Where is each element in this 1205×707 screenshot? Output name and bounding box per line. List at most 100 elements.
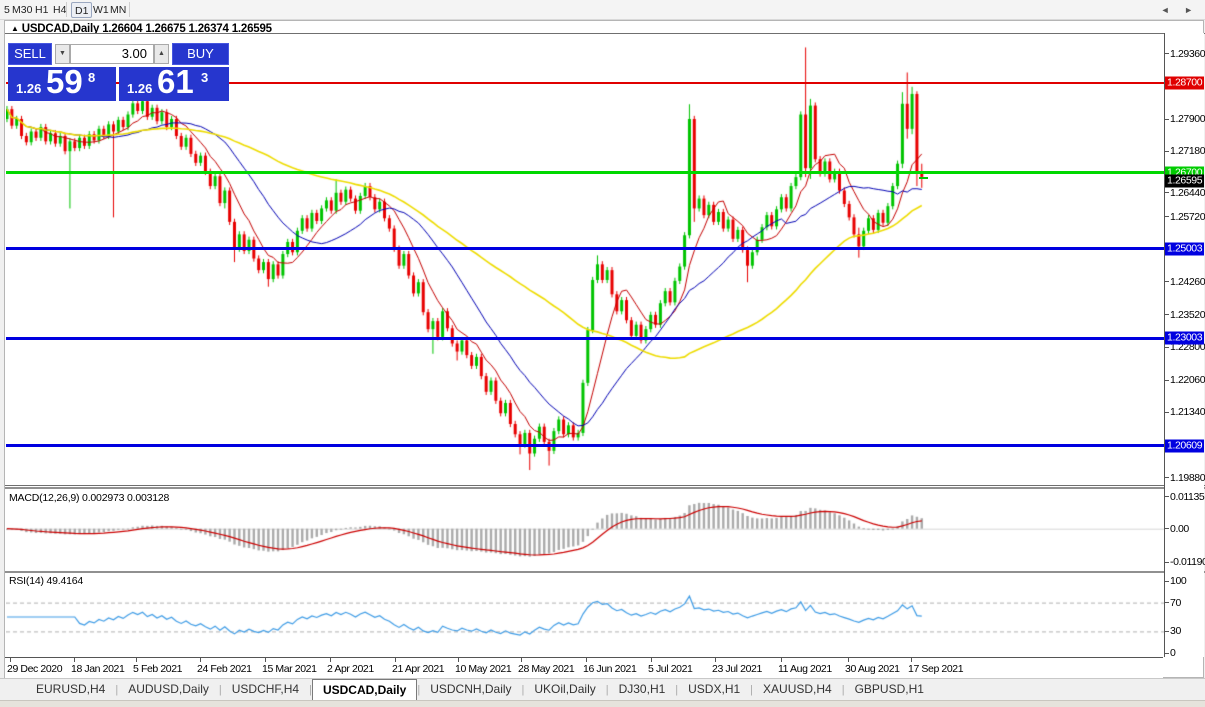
main-panel-top-border (5, 33, 1205, 34)
time-axis-date-label: 10 May 2021 (455, 663, 512, 675)
time-axis-tick (781, 658, 782, 662)
chart-tab-usdcad[interactable]: USDCAD,Daily (311, 679, 418, 701)
timeframe-button-h1[interactable]: H1 (32, 2, 51, 18)
price-axis[interactable]: 1.29360 1.27900 1.27180 1.26440 1.25720 1.242… (1164, 33, 1205, 659)
bid-price-prefix: 1.26 (16, 81, 42, 96)
time-axis-date-label: 16 Jun 2021 (583, 663, 637, 675)
macd-panel-splitter[interactable] (5, 487, 1205, 489)
tab-scroll-arrows[interactable]: ◄ ► (1161, 5, 1199, 15)
price-axis-tick (1165, 496, 1169, 498)
time-axis-date-label: 29 Dec 2020 (7, 663, 63, 675)
macd-panel-canvas[interactable] (6, 490, 1164, 569)
time-axis-date-label: 2 Apr 2021 (327, 663, 374, 675)
indicator-axis-label: 70 (1170, 596, 1181, 609)
price-axis-label: 1.25720 (1170, 210, 1205, 223)
indicator-axis-label: 0.01135 (1170, 490, 1205, 503)
time-axis-date-label: 15 Mar 2021 (262, 663, 317, 675)
time-axis-date-label: 28 May 2021 (518, 663, 575, 675)
pivot-line[interactable] (6, 171, 1164, 174)
price-axis-label: 1.29360 (1170, 47, 1205, 60)
chart-tab-bar: EURUSD,H4 | AUDUSD,Daily | USDCHF,H4 | USDCAD,… (0, 678, 1205, 701)
time-axis-date-label: 30 Aug 2021 (845, 663, 900, 675)
time-axis-tick (10, 658, 11, 662)
volume-increase-button[interactable]: ▲ (154, 44, 169, 64)
price-line-label: 1.20609 (1165, 439, 1205, 453)
time-axis-date-label: 18 Jan 2021 (71, 663, 125, 675)
time-axis-date-label: 11 Aug 2021 (778, 663, 832, 675)
indicator-axis-label: 30 (1170, 625, 1181, 638)
price-axis-tick (1165, 281, 1169, 283)
price-axis-tick (1165, 346, 1169, 348)
chart-tab-usdx[interactable]: USDX,H1 (678, 680, 750, 700)
chart-tab-gbpusd[interactable]: GBPUSD,H1 (845, 680, 934, 700)
indicator-axis-label: 0.00 (1170, 522, 1189, 535)
bid-price-big: 59 (46, 63, 83, 100)
price-axis-tick (1165, 477, 1169, 479)
ask-price-big: 61 (157, 63, 194, 100)
time-axis-tick (586, 658, 587, 662)
chart-tab-usdcnh[interactable]: USDCNH,Daily (420, 680, 521, 700)
bid-price-button[interactable]: 1.26 59 8 (8, 63, 116, 101)
price-axis-label: 1.24260 (1170, 275, 1205, 288)
price-axis-label: 1.22060 (1170, 374, 1205, 387)
chart-tab-dj30[interactable]: DJ30,H1 (609, 680, 676, 700)
price-axis-label: 1.26440 (1170, 186, 1205, 199)
sell-button[interactable]: SELL (8, 43, 52, 65)
chart-tab-eurusd[interactable]: EURUSD,H4 (26, 680, 115, 700)
support-line-2[interactable] (6, 336, 1164, 340)
price-axis-label: 1.27180 (1170, 145, 1205, 158)
time-axis-tick (74, 658, 75, 662)
price-axis-tick (1165, 118, 1169, 120)
rsi-panel-canvas[interactable] (6, 573, 1164, 656)
toolbar-separator (66, 2, 67, 17)
support-line-3[interactable] (6, 444, 1164, 447)
price-line-label: 1.28700 (1165, 76, 1205, 90)
chart-tab-usdchf[interactable]: USDCHF,H4 (222, 680, 309, 700)
ask-price-button[interactable]: 1.26 61 3 (119, 63, 229, 101)
price-axis-tick (1165, 216, 1169, 217)
chart-window: ▲ USDCAD,Daily 1.26604 1.26675 1.26374 1… (4, 20, 1205, 678)
time-axis-tick (200, 658, 201, 662)
time-axis-tick (848, 658, 849, 662)
price-axis-label: 1.27900 (1170, 113, 1205, 126)
volume-input[interactable]: 3.00 (70, 44, 154, 64)
price-axis-tick (1165, 602, 1169, 604)
time-axis-date-label: 5 Feb 2021 (133, 663, 183, 675)
chart-tab-audusd[interactable]: AUDUSD,Daily (118, 680, 219, 700)
price-axis-tick (1165, 652, 1169, 654)
time-axis-date-label: 17 Sep 2021 (908, 663, 964, 675)
price-axis-tick (1165, 561, 1169, 563)
collapse-triangle-icon[interactable]: ▲ (11, 24, 19, 33)
rsi-panel-splitter[interactable] (5, 571, 1205, 573)
price-axis-tick (1165, 314, 1169, 316)
time-axis-tick (458, 658, 459, 662)
time-axis-date-label: 21 Apr 2021 (392, 663, 445, 675)
bid-price-point: 8 (88, 70, 96, 85)
price-line-label: 1.25003 (1165, 242, 1205, 256)
indicator-axis-label: -0.01190 (1170, 556, 1205, 569)
main-chart-canvas[interactable] (6, 34, 1164, 484)
time-axis-tick (330, 658, 331, 662)
current-price-dash (919, 177, 928, 179)
ask-price-point: 3 (201, 70, 209, 85)
volume-decrease-button[interactable]: ▼ (55, 44, 70, 64)
one-click-trading-panel: SELL ▼ 3.00 ▲ BUY 1.26 59 8 1.26 61 3 (8, 43, 229, 101)
time-axis-tick (651, 658, 652, 662)
price-axis-tick (1165, 379, 1169, 381)
ask-price-prefix: 1.26 (127, 81, 153, 96)
price-axis-tick (1165, 192, 1169, 193)
price-line-label: 1.23003 (1165, 331, 1205, 345)
price-axis-tick (1165, 411, 1169, 413)
buy-button[interactable]: BUY (172, 43, 229, 65)
time-axis-tick (715, 658, 716, 662)
price-axis-tick (1165, 528, 1169, 530)
indicator-axis-label: 100 (1170, 575, 1187, 587)
support-line-1[interactable] (6, 247, 1164, 250)
chart-tab-ukoil[interactable]: UKOil,Daily (524, 680, 605, 700)
chart-tab-xauusd[interactable]: XAUUSD,H4 (753, 680, 842, 700)
time-axis[interactable]: 29 Dec 2020 18 Jan 2021 5 Feb 2021 24 Feb 2… (5, 657, 1163, 678)
time-axis-tick (911, 658, 912, 662)
price-axis-tick (1165, 630, 1169, 632)
price-axis-tick (1165, 150, 1169, 152)
timeframe-button-mn[interactable]: MN (107, 2, 129, 18)
